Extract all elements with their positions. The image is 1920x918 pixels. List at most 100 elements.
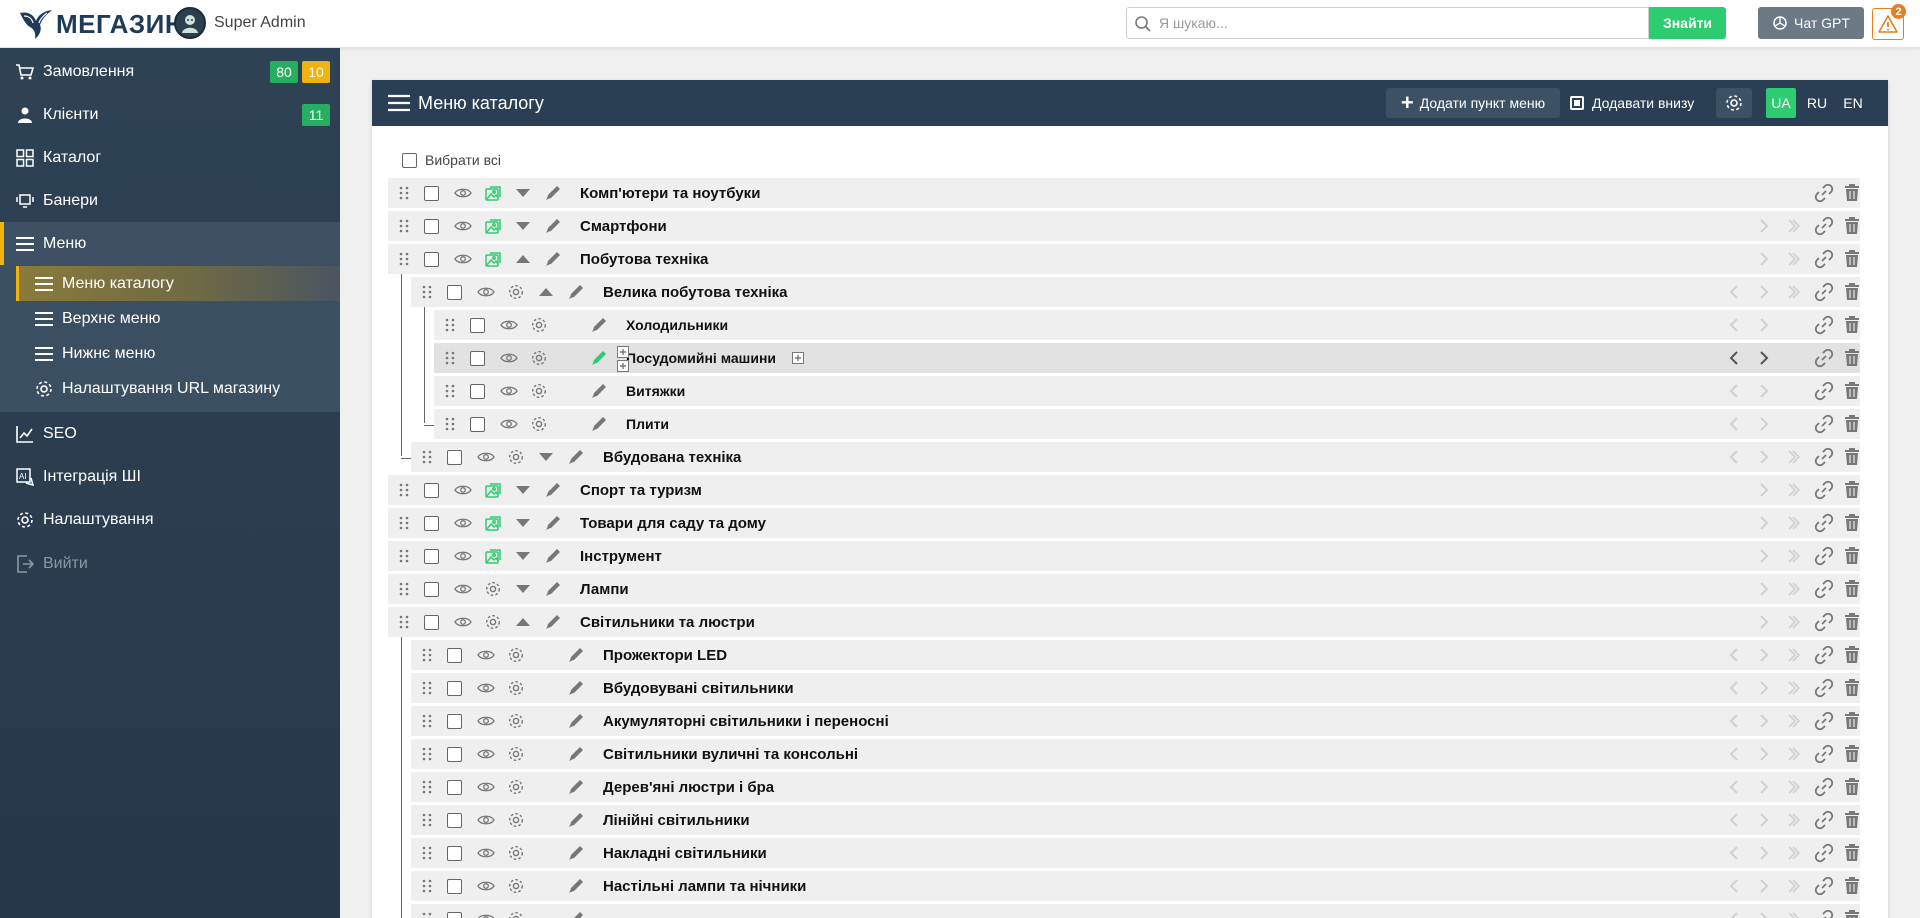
edit-pencil-icon[interactable] — [542, 508, 564, 538]
image-icon[interactable] — [482, 244, 504, 274]
row-checkbox[interactable] — [468, 376, 486, 406]
settings-gear-icon[interactable] — [528, 376, 550, 406]
edit-pencil-icon[interactable] — [565, 838, 587, 868]
drag-handle-icon[interactable] — [419, 673, 435, 703]
edit-pencil-icon[interactable] — [588, 376, 610, 406]
checkbox[interactable] — [446, 878, 462, 894]
settings-gear-icon[interactable] — [505, 871, 527, 901]
settings-gear-icon[interactable] — [505, 706, 527, 736]
drag-handle-icon[interactable] — [396, 178, 412, 208]
row-checkbox[interactable] — [422, 178, 440, 208]
move-right-arrow-icon[interactable] — [1756, 508, 1772, 538]
visibility-eye-icon[interactable] — [475, 739, 497, 769]
visibility-eye-icon[interactable] — [498, 409, 520, 439]
checkbox[interactable] — [446, 680, 462, 696]
move-left-arrow-icon[interactable] — [1726, 673, 1742, 703]
select-all-checkbox[interactable] — [402, 152, 417, 168]
menu-item-label[interactable]: Накладні світильники — [603, 838, 767, 868]
move-into-arrow-icon[interactable] — [1785, 772, 1803, 802]
trash-icon[interactable] — [1842, 574, 1862, 604]
move-right-arrow-icon[interactable] — [1756, 475, 1772, 505]
move-right-arrow-icon[interactable] — [1756, 739, 1772, 769]
admin-profile[interactable]: Super Admin — [174, 7, 306, 39]
expand-arrow-icon[interactable] — [514, 574, 532, 604]
checkbox[interactable] — [469, 416, 485, 432]
checkbox[interactable] — [446, 911, 462, 918]
move-right-arrow-icon[interactable] — [1756, 310, 1772, 340]
menu-item-label[interactable]: Вбудована техніка — [603, 442, 741, 472]
edit-pencil-icon[interactable] — [542, 244, 564, 274]
move-into-arrow-icon[interactable] — [1785, 838, 1803, 868]
expand-arrow-icon[interactable] — [514, 475, 532, 505]
menu-item-label[interactable]: Настільні лампи та нічники — [603, 871, 806, 901]
drag-handle-icon[interactable] — [396, 211, 412, 241]
row-checkbox[interactable] — [422, 475, 440, 505]
row-checkbox[interactable] — [422, 211, 440, 241]
move-into-arrow-icon[interactable] — [1785, 904, 1803, 918]
link-icon[interactable] — [1812, 574, 1836, 604]
drag-handle-icon[interactable] — [442, 310, 458, 340]
drag-handle-icon[interactable] — [442, 376, 458, 406]
trash-icon[interactable] — [1842, 211, 1862, 241]
link-icon[interactable] — [1812, 475, 1836, 505]
move-right-arrow-icon[interactable] — [1756, 244, 1772, 274]
visibility-eye-icon[interactable] — [452, 178, 474, 208]
expand-arrow-icon[interactable] — [514, 541, 532, 571]
link-icon[interactable] — [1812, 739, 1836, 769]
drag-handle-icon[interactable] — [419, 706, 435, 736]
menu-item-label[interactable]: Вбудовувані світильники — [603, 673, 794, 703]
visibility-eye-icon[interactable] — [452, 475, 474, 505]
settings-button[interactable] — [1716, 88, 1752, 118]
row-checkbox[interactable] — [445, 904, 463, 918]
row-checkbox[interactable] — [445, 739, 463, 769]
checkbox[interactable] — [423, 515, 439, 531]
checkbox[interactable] — [469, 383, 485, 399]
copy-icon[interactable] — [790, 343, 806, 373]
link-icon[interactable] — [1812, 838, 1836, 868]
edit-pencil-icon[interactable] — [588, 310, 610, 340]
image-icon[interactable] — [482, 475, 504, 505]
move-into-arrow-icon[interactable] — [1785, 244, 1803, 274]
move-left-arrow-icon[interactable] — [1726, 640, 1742, 670]
checkbox[interactable] — [423, 581, 439, 597]
visibility-eye-icon[interactable] — [475, 805, 497, 835]
trash-icon[interactable] — [1842, 772, 1862, 802]
trash-icon[interactable] — [1842, 640, 1862, 670]
visibility-eye-icon[interactable] — [498, 343, 520, 373]
trash-icon[interactable] — [1842, 508, 1862, 538]
edit-pencil-icon[interactable] — [542, 211, 564, 241]
edit-pencil-icon[interactable] — [588, 409, 610, 439]
add-bottom-checkbox[interactable] — [1570, 96, 1584, 110]
drag-handle-icon[interactable] — [419, 805, 435, 835]
menu-item-label[interactable]: Плити — [626, 409, 669, 439]
settings-gear-icon[interactable] — [505, 838, 527, 868]
trash-icon[interactable] — [1842, 805, 1862, 835]
settings-gear-icon[interactable] — [505, 640, 527, 670]
menu-item-label[interactable]: Товари для саду та дому — [580, 508, 766, 538]
edit-pencil-icon[interactable] — [565, 277, 587, 307]
move-right-arrow-icon[interactable] — [1756, 706, 1772, 736]
submenu-item-url-settings[interactable]: Налаштування URL магазину — [16, 371, 340, 406]
image-icon[interactable] — [482, 541, 504, 571]
move-left-arrow-icon[interactable] — [1726, 772, 1742, 802]
move-into-arrow-icon[interactable] — [1785, 706, 1803, 736]
link-icon[interactable] — [1812, 607, 1836, 637]
checkbox[interactable] — [446, 284, 462, 300]
checkbox[interactable] — [446, 779, 462, 795]
edit-pencil-icon[interactable] — [542, 541, 564, 571]
move-right-arrow-icon[interactable] — [1756, 376, 1772, 406]
trash-icon[interactable] — [1842, 541, 1862, 571]
settings-gear-icon[interactable] — [505, 805, 527, 835]
checkbox[interactable] — [446, 812, 462, 828]
move-into-arrow-icon[interactable] — [1785, 475, 1803, 505]
menu-item-label[interactable]: Світильники та люстри — [580, 607, 755, 637]
row-checkbox[interactable] — [468, 409, 486, 439]
link-icon[interactable] — [1812, 343, 1836, 373]
trash-icon[interactable] — [1842, 706, 1862, 736]
trash-icon[interactable] — [1842, 739, 1862, 769]
move-left-arrow-icon[interactable] — [1726, 277, 1742, 307]
image-icon[interactable] — [482, 178, 504, 208]
language-ua[interactable]: UA — [1766, 88, 1796, 118]
move-into-arrow-icon[interactable] — [1785, 442, 1803, 472]
sidebar-item-logout[interactable]: Вийти — [0, 542, 340, 585]
